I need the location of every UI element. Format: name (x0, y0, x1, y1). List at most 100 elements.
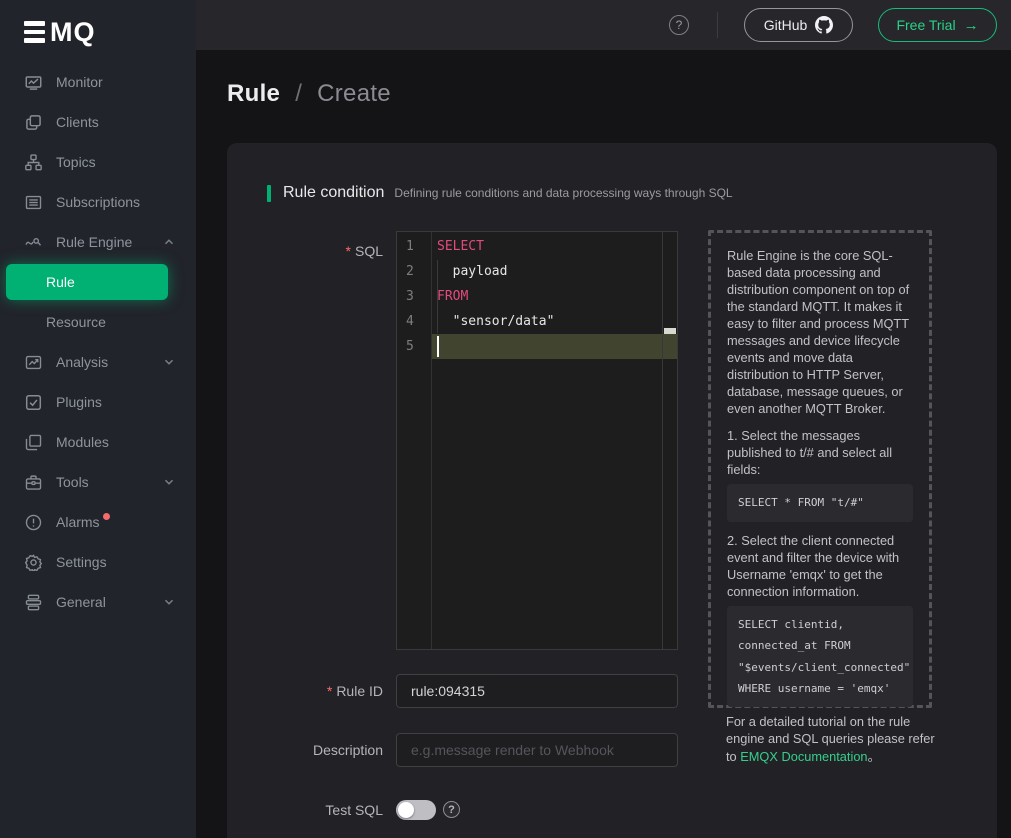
modules-icon (25, 434, 42, 451)
section-header: Rule condition Defining rule conditions … (267, 184, 733, 202)
sidebar-item-label: Subscriptions (56, 194, 140, 210)
alarms-icon (25, 514, 42, 531)
section-subtitle: Defining rule conditions and data proces… (394, 186, 732, 200)
chevron-down-icon (164, 354, 174, 370)
breadcrumb: Rule / Create (227, 80, 391, 108)
sidebar-item-label: Tools (56, 474, 89, 490)
monitor-icon (25, 74, 42, 91)
breadcrumb-separator: / (295, 80, 302, 107)
test-sql-toggle[interactable] (396, 800, 436, 820)
editor-line: 2 payload (397, 259, 677, 284)
clients-icon (25, 114, 42, 131)
sidebar-item-label: Resource (46, 314, 106, 330)
description-label: Description (227, 733, 383, 767)
line-number: 4 (406, 309, 426, 334)
emqx-dashboard: MQ Monitor Clients Topics Subscriptions Rule… (0, 0, 1011, 838)
help-intro: Rule Engine is the core SQL-based data p… (727, 247, 913, 417)
emq-logo-bars-icon (24, 21, 45, 43)
analysis-icon (25, 354, 42, 371)
chevron-down-icon (164, 594, 174, 610)
sidebar-item-alarms[interactable]: Alarms (0, 502, 196, 542)
sidebar-item-label: Rule Engine (56, 234, 132, 250)
sidebar-item-label: Modules (56, 434, 109, 450)
sidebar-item-modules[interactable]: Modules (0, 422, 196, 462)
line-content: payload (437, 259, 661, 284)
sidebar-item-topics[interactable]: Topics (0, 142, 196, 182)
sidebar-item-general[interactable]: General (0, 582, 196, 622)
rule-engine-icon (25, 234, 42, 251)
help-example1-label: 1. Select the messages published to t/# … (727, 427, 913, 478)
plugins-icon (25, 394, 42, 411)
general-icon (25, 594, 42, 611)
chevron-down-icon (164, 474, 174, 490)
required-marker: * (327, 683, 332, 699)
editor-line: 1 SELECT (397, 234, 677, 259)
sidebar: MQ Monitor Clients Topics Subscriptions Rule… (0, 0, 196, 838)
free-trial-button[interactable]: Free Trial → (878, 8, 997, 42)
line-number: 5 (406, 334, 426, 359)
editor-cursor (437, 336, 439, 357)
rule-id-input[interactable] (396, 674, 678, 708)
sidebar-item-rule-engine[interactable]: Rule Engine (0, 222, 196, 262)
sidebar-item-subscriptions[interactable]: Subscriptions (0, 182, 196, 222)
sidebar-item-analysis[interactable]: Analysis (0, 342, 196, 382)
line-number: 1 (406, 234, 426, 259)
line-content: FROM (437, 284, 661, 309)
required-marker: * (346, 243, 351, 259)
sql-label: *SQL (227, 239, 383, 263)
rule-id-label: *Rule ID (227, 674, 383, 708)
sql-editor[interactable]: 1SELECT2 payload3FROM4 "sensor/data"5 (396, 231, 678, 650)
help-footer-suffix: 。 (868, 749, 881, 764)
rule-create-card: Rule condition Defining rule conditions … (227, 143, 997, 838)
settings-icon (25, 554, 42, 571)
sidebar-item-settings[interactable]: Settings (0, 542, 196, 582)
editor-line: 3FROM (397, 284, 677, 309)
accent-bar (267, 185, 271, 202)
topbar-divider (717, 12, 718, 38)
sidebar-item-label: Alarms (56, 514, 100, 530)
sidebar-item-label: Topics (56, 154, 96, 170)
github-button-label: GitHub (764, 17, 808, 33)
alarm-badge (103, 513, 110, 520)
line-content: "sensor/data" (437, 309, 661, 334)
help-footer: For a detailed tutorial on the rule engi… (726, 713, 938, 765)
breadcrumb-rule[interactable]: Rule (227, 80, 280, 107)
sidebar-item-tools[interactable]: Tools (0, 462, 196, 502)
free-trial-label: Free Trial (896, 17, 955, 33)
line-number: 2 (406, 259, 426, 284)
line-content: SELECT (437, 234, 661, 259)
sidebar-item-rule[interactable]: Rule (6, 264, 168, 300)
subscriptions-icon (25, 194, 42, 211)
tools-icon (25, 474, 42, 491)
emqx-documentation-link[interactable]: EMQX Documentation (740, 749, 867, 764)
arrow-right-icon: → (964, 17, 979, 34)
main-content: Rule / Create Rule condition Defining ru… (196, 50, 1011, 838)
sidebar-nav: Monitor Clients Topics Subscriptions Rule En… (0, 50, 196, 622)
help-example2-code: SELECT clientid, connected_at FROM "$eve… (727, 606, 913, 708)
emq-logo[interactable]: MQ (0, 0, 196, 50)
github-button[interactable]: GitHub (744, 8, 853, 42)
help-example2-label: 2. Select the client connected event and… (727, 532, 913, 600)
editor-scrollbar-thumb[interactable] (664, 328, 676, 334)
test-sql-label: Test SQL (227, 793, 383, 827)
sidebar-item-label: Clients (56, 114, 99, 130)
emq-logo-text: MQ (50, 19, 96, 46)
sidebar-item-monitor[interactable]: Monitor (0, 62, 196, 102)
sidebar-item-label: Settings (56, 554, 107, 570)
sidebar-item-plugins[interactable]: Plugins (0, 382, 196, 422)
chevron-up-icon (164, 234, 174, 250)
editor-line: 4 "sensor/data" (397, 309, 677, 334)
github-icon (815, 16, 833, 34)
breadcrumb-create: Create (317, 80, 391, 107)
rule-engine-help-panel: Rule Engine is the core SQL-based data p… (708, 230, 932, 708)
help-example1-code: SELECT * FROM "t/#" (727, 484, 913, 521)
toggle-knob (398, 802, 414, 818)
sidebar-item-clients[interactable]: Clients (0, 102, 196, 142)
sidebar-item-resource[interactable]: Resource (0, 302, 196, 342)
topbar: ? GitHub Free Trial → (196, 0, 1011, 50)
sidebar-item-label: Plugins (56, 394, 102, 410)
test-sql-help-icon[interactable]: ? (443, 801, 460, 818)
description-input[interactable] (396, 733, 678, 767)
help-icon[interactable]: ? (669, 15, 689, 35)
sidebar-item-label: Analysis (56, 354, 108, 370)
